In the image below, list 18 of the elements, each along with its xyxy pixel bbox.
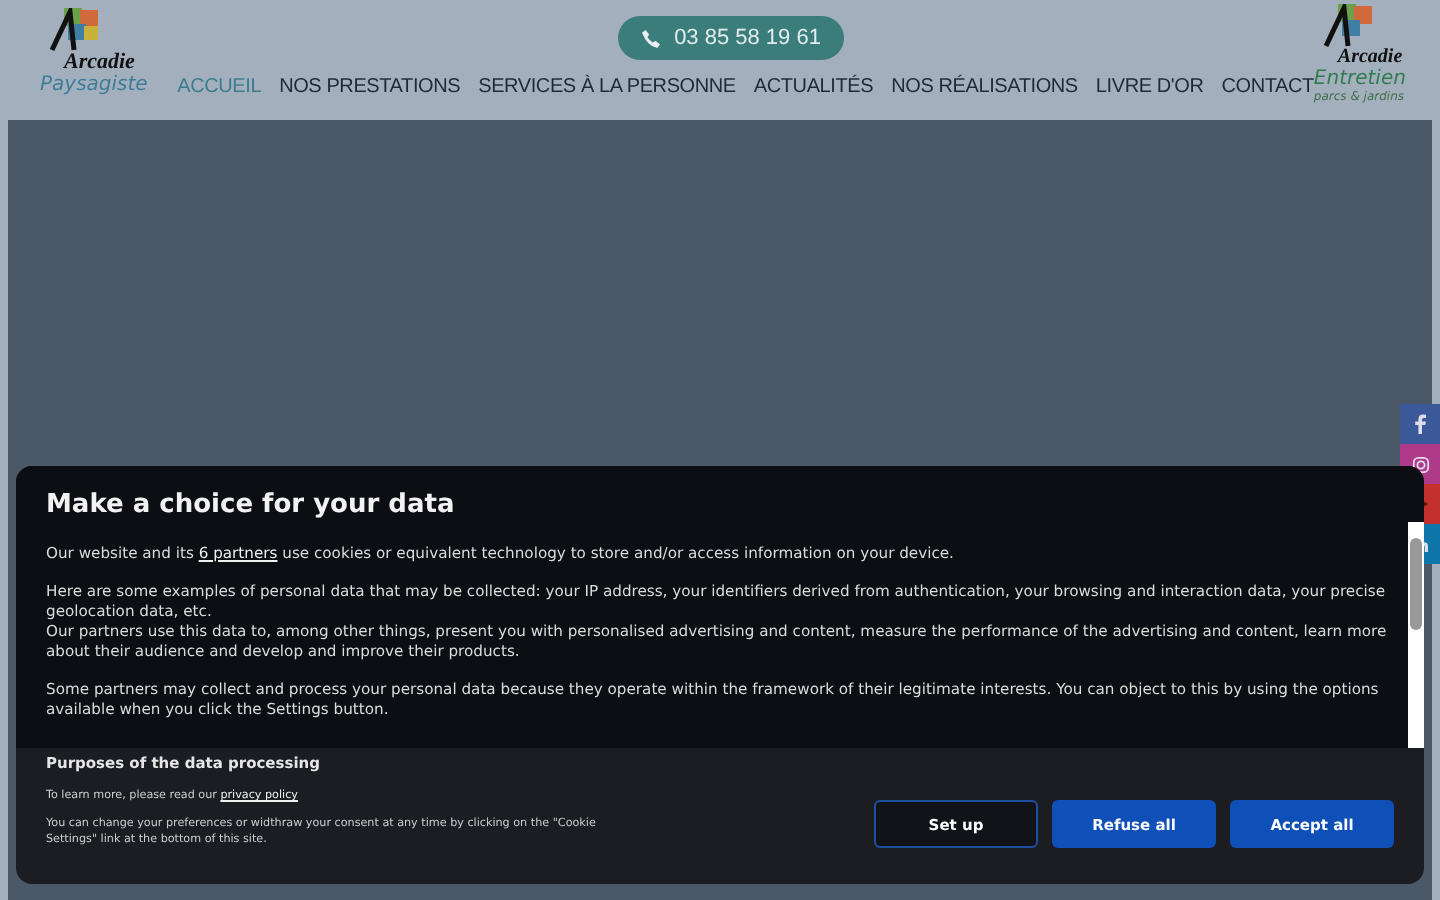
nav-link[interactable]: LIVRE D'OR bbox=[1095, 76, 1204, 98]
logo-name: Arcadie bbox=[1337, 48, 1403, 68]
nav-link[interactable]: CONTACT bbox=[1221, 76, 1314, 98]
scrollbar[interactable] bbox=[1408, 522, 1424, 748]
instagram-icon bbox=[1411, 455, 1429, 473]
logo-name: Arcadie bbox=[64, 52, 135, 74]
phone-button[interactable]: 03 85 58 19 61 bbox=[618, 16, 845, 60]
facebook-icon bbox=[1412, 414, 1428, 434]
dialog-title: Make a choice for your data bbox=[46, 490, 457, 520]
nav-link[interactable]: SERVICES À LA PERSONNE bbox=[478, 76, 736, 98]
nav-link[interactable]: NOS PRESTATIONS bbox=[279, 76, 461, 98]
logo-icon bbox=[1321, 4, 1374, 48]
logo-tagline: Paysagiste bbox=[40, 74, 148, 96]
nav-link[interactable]: ACTUALITÉS bbox=[753, 76, 874, 98]
logo-icon bbox=[48, 8, 100, 52]
logo-tagline: Entretien bbox=[1313, 68, 1406, 90]
phone-icon bbox=[642, 29, 661, 47]
nav-link[interactable]: NOS RÉALISATIONS bbox=[891, 76, 1078, 98]
